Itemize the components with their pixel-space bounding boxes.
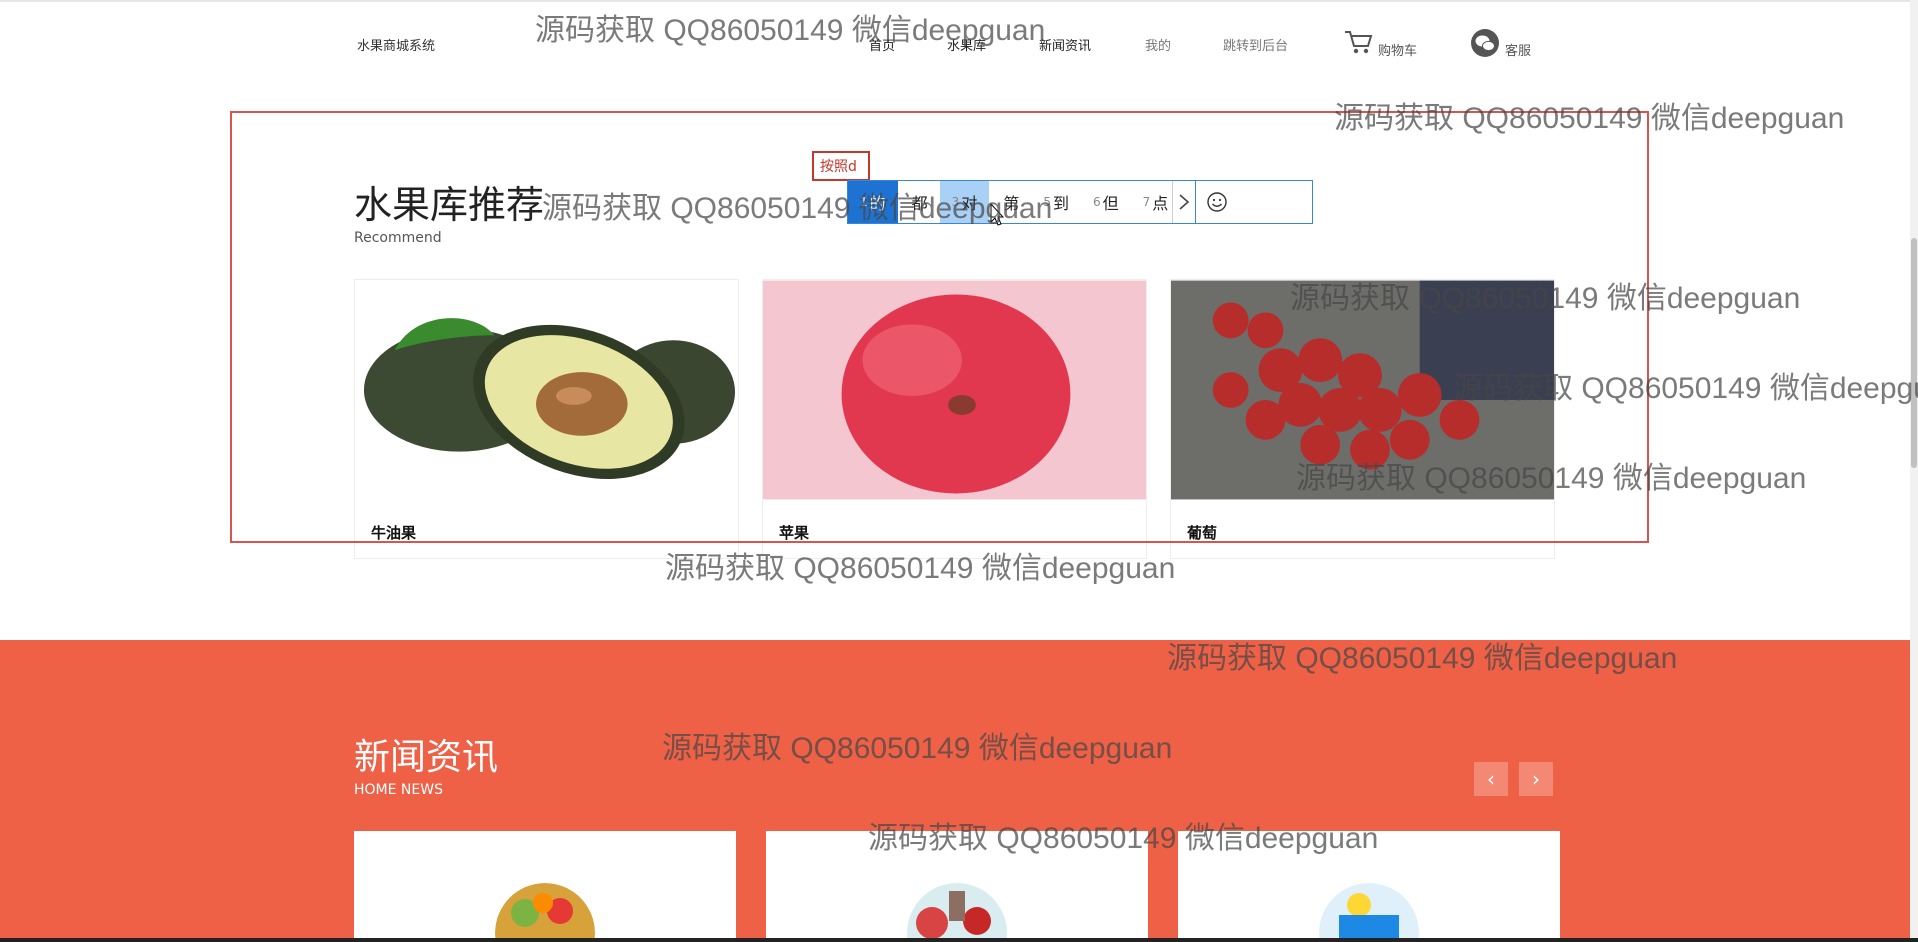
emoji-icon[interactable]: [1195, 181, 1238, 223]
site-brand[interactable]: 水果商城系统: [357, 35, 435, 54]
watermark-text: 源码获取 QQ86050149 微信deepguan: [1334, 102, 1845, 135]
news-prev-button[interactable]: ‹: [1474, 762, 1508, 796]
watermark-text: 源码获取 QQ86050149 微信deepguan: [665, 552, 1176, 585]
ime-next-page-icon[interactable]: [1172, 181, 1195, 223]
watermark-text: 源码获取 QQ86050149 微信deepguan: [542, 192, 1053, 225]
cart-link[interactable]: 购物车: [1378, 40, 1417, 59]
nav-admin[interactable]: 跳转到后台: [1223, 35, 1288, 54]
watermark-text: 源码获取 QQ86050149 微信deepguan: [1290, 282, 1801, 315]
nav-mine[interactable]: 我的: [1145, 35, 1171, 54]
page-scrollbar[interactable]: [1910, 0, 1918, 942]
watermark-text: 源码获取 QQ86050149 微信deepguan: [1167, 642, 1678, 675]
watermark-text: 源码获取 QQ86050149 微信deepguan: [662, 732, 1173, 765]
scrollbar-thumb[interactable]: [1911, 238, 1917, 468]
watermark-text: 源码获取 QQ86050149 微信deepguan: [1296, 462, 1807, 495]
news-card[interactable]: [354, 831, 736, 942]
ime-candidate[interactable]: 6但: [1081, 181, 1131, 223]
watermark-text: 源码获取 QQ86050149 微信deepguan: [535, 14, 1046, 47]
news-subtitle: HOME NEWS: [354, 782, 443, 798]
news-thumbnail: [907, 883, 1007, 942]
service-link[interactable]: 客服: [1505, 40, 1531, 59]
bottom-edge: [0, 938, 1918, 942]
ime-composition[interactable]: 按照d: [812, 151, 870, 181]
news-next-button[interactable]: ›: [1519, 762, 1553, 796]
ime-candidate[interactable]: 7点: [1131, 181, 1173, 223]
watermark-text: 源码获取 QQ86050149 微信deepguan: [868, 822, 1379, 855]
news-thumbnail: [1319, 883, 1419, 942]
cart-icon[interactable]: [1343, 28, 1373, 56]
wechat-icon[interactable]: [1470, 28, 1500, 58]
news-thumbnail: [495, 883, 595, 942]
watermark-text: 源码获取 QQ86050149 微信deepguan: [1453, 372, 1918, 405]
top-border: [0, 0, 1918, 2]
nav-news[interactable]: 新闻资讯: [1039, 35, 1091, 54]
news-title: 新闻资讯: [354, 737, 499, 778]
